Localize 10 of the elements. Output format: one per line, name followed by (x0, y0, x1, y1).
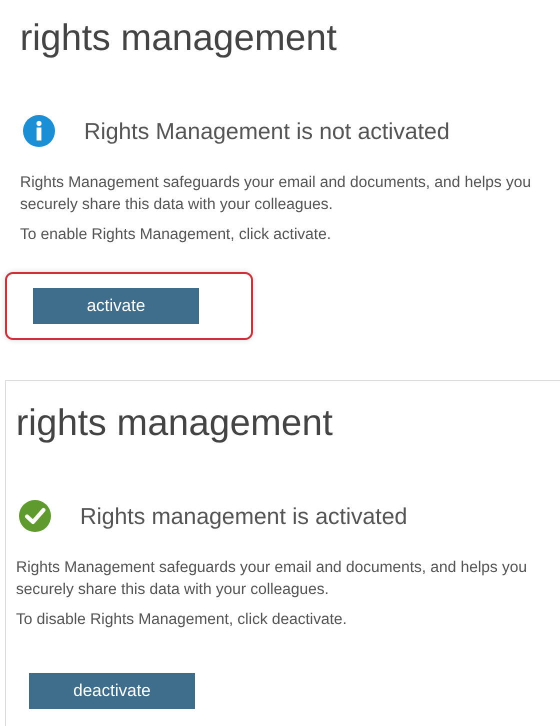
description-text: Rights Management safeguards your email and documents, and helps you securely share this data with your colleagues. (16, 558, 528, 600)
description-text: Rights Management safeguards your email and documents, and helps you securely share this data with your colleagues. (20, 173, 532, 215)
panel-title: rights management (16, 401, 334, 445)
instruction-text: To disable Rights Management, click deactivate. (16, 611, 348, 629)
action-button[interactable]: deactivate (29, 673, 195, 709)
status-heading: Rights management is activated (80, 502, 408, 530)
status-heading: Rights Management is not activated (84, 118, 450, 144)
panel-title: rights management (20, 16, 338, 60)
instruction-text: To enable Rights Management, click activate. (20, 226, 332, 244)
action-button[interactable]: activate (33, 288, 199, 324)
